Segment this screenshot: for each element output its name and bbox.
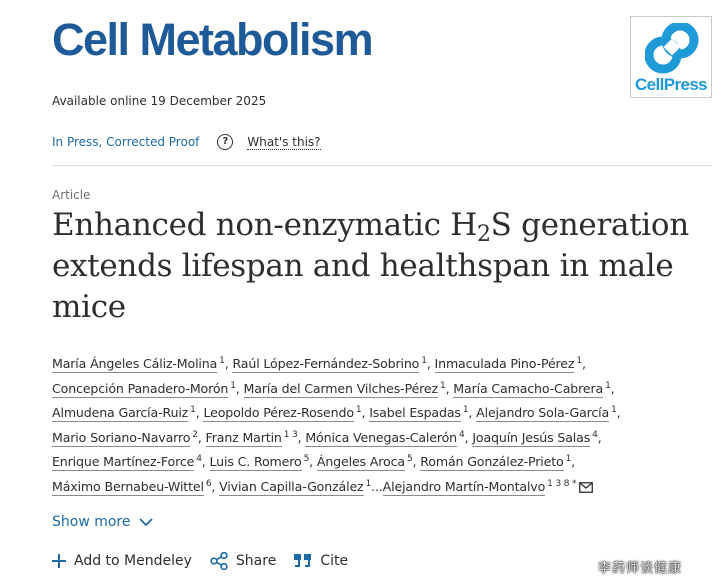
author-affiliation: 6 [205, 478, 212, 489]
in-press-link[interactable]: In Press, Corrected Proof [52, 135, 199, 149]
article-title: Enhanced non-enzymatic H2S generation ex… [52, 205, 692, 328]
author-name: Mónica Venegas-Calerón [305, 429, 458, 447]
author-name: Vivian Capilla-González [219, 478, 364, 496]
author-link[interactable]: Leopoldo Pérez-Rosendo 1 [203, 405, 362, 422]
show-more-label: Show more [52, 514, 131, 530]
article-actions: Add to Mendeley Share Cite [52, 552, 366, 570]
author-link[interactable]: Isabel Espadas 1 [369, 405, 469, 422]
author-link[interactable]: Enrique Martínez-Force 4 [52, 454, 202, 471]
author-affiliation: 1 [190, 405, 196, 415]
chevron-down-icon [138, 517, 153, 526]
author-list: María Ángeles Cáliz-Molina 1, Raúl López-… [52, 356, 621, 496]
cellpress-wordmark: CellPress [634, 75, 708, 94]
author-affiliation: 1 [565, 454, 572, 464]
add-to-mendeley-button[interactable]: Add to Mendeley [52, 553, 192, 569]
author-affiliation: 1 [605, 380, 611, 391]
author-link[interactable]: Vivian Capilla-González 1 [219, 478, 371, 496]
author-affiliation: 1 3 8 * [547, 478, 577, 489]
cite-label: Cite [320, 553, 349, 569]
author-name: Ángeles Aroca [316, 454, 405, 471]
share-icon [210, 552, 228, 570]
author-name: Enrique Martínez-Force [52, 454, 195, 471]
author-ellipsis: ... [371, 478, 383, 494]
cellpress-logo-icon [645, 23, 699, 74]
cite-button[interactable]: Cite [294, 553, 348, 569]
quote-icon [294, 554, 312, 568]
author-name: Román González-Prieto [420, 454, 564, 471]
author-name: Máximo Bernabeu-Wittel [52, 478, 204, 496]
author-name: María Camacho-Cabrera [453, 380, 604, 398]
availability-date: Available online 19 December 2025 [52, 94, 267, 108]
author-link[interactable]: María Ángeles Cáliz-Molina 1 [52, 356, 225, 373]
envelope-icon[interactable] [579, 481, 594, 493]
article-type-label: Article [52, 188, 91, 202]
author-affiliation: 1 [462, 405, 469, 415]
author-name: Alejandro Sola-García [476, 405, 610, 422]
author-link[interactable]: Mario Soriano-Navarro 2 [52, 429, 198, 447]
add-to-mendeley-label: Add to Mendeley [74, 553, 192, 569]
author-name: Isabel Espadas [369, 405, 461, 422]
author-affiliation: 5 [406, 454, 413, 464]
author-name: Raúl López-Fernández-Sobrino [232, 356, 420, 373]
cellpress-logo[interactable]: CellPress [630, 16, 712, 98]
author-link[interactable]: Raúl López-Fernández-Sobrino 1 [232, 356, 427, 373]
show-more-button[interactable]: Show more [52, 514, 153, 530]
title-part-1: Enhanced non-enzymatic H [52, 207, 477, 243]
whats-this-link[interactable]: What's this? [247, 135, 321, 150]
author-link[interactable]: Almudena García-Ruiz 1 [52, 405, 196, 422]
author-affiliation: 1 [219, 356, 225, 366]
author-name: Inmaculada Pino-Pérez [434, 356, 575, 373]
author-link[interactable]: Alejandro Sola-García 1 [476, 405, 617, 422]
author-name: Almudena García-Ruiz [52, 405, 189, 422]
author-affiliation: 1 [440, 380, 446, 391]
author-name: Joaquín Jesús Salas [472, 429, 591, 447]
author-affiliation: 4 [196, 454, 202, 464]
author-name: María Ángeles Cáliz-Molina [52, 356, 218, 373]
article-status-row: In Press, Corrected Proof ? What's this? [52, 134, 321, 150]
share-label: Share [235, 553, 277, 569]
author-affiliation: 1 [576, 356, 582, 366]
author-link[interactable]: Joaquín Jesús Salas 4 [472, 429, 598, 447]
author-name: Leopoldo Pérez-Rosendo [203, 405, 354, 422]
author-affiliation: 5 [303, 454, 310, 464]
author-affiliation: 1 [230, 380, 236, 391]
author-name: Franz Martin [205, 429, 282, 447]
author-link[interactable]: Luis C. Romero 5 [209, 454, 310, 471]
author-link[interactable]: Mónica Venegas-Calerón 4 [305, 429, 465, 447]
author-link[interactable]: Franz Martin 1 3 [205, 429, 298, 447]
journal-title[interactable]: Cell Metabolism [52, 14, 374, 66]
author-link[interactable]: Ángeles Aroca 5 [316, 454, 413, 471]
author-link[interactable]: Máximo Bernabeu-Wittel 6 [52, 478, 212, 496]
author-name: Mario Soriano-Navarro [52, 429, 191, 447]
watermark-text: 李药师谈健康 [598, 561, 683, 576]
author-name: Concepción Panadero-Morón [52, 380, 229, 398]
author-affiliation: 2 [192, 429, 198, 440]
author-name: Luis C. Romero [209, 454, 302, 471]
share-button[interactable]: Share [210, 552, 276, 570]
author-name: María del Carmen Vilches-Pérez [243, 380, 438, 398]
author-affiliation: 1 3 [283, 429, 298, 440]
author-link[interactable]: María Camacho-Cabrera 1 [453, 380, 611, 398]
divider [52, 165, 712, 166]
author-affiliation: 1 [611, 405, 617, 415]
author-affiliation: 4 [592, 429, 598, 440]
author-link[interactable]: Concepción Panadero-Morón 1 [52, 380, 236, 398]
question-mark-circle-icon[interactable]: ? [217, 134, 234, 150]
author-link[interactable]: Inmaculada Pino-Pérez 1 [434, 356, 582, 373]
author-name: Alejandro Martín-Montalvo [382, 478, 546, 496]
plus-icon [52, 554, 66, 568]
author-link[interactable]: Román González-Prieto 1 [420, 454, 572, 471]
author-link[interactable]: María del Carmen Vilches-Pérez 1 [243, 380, 446, 398]
author-link[interactable]: Alejandro Martín-Montalvo 1 3 8 * [382, 478, 594, 496]
author-affiliation: 1 [355, 405, 362, 415]
title-subscript: 2 [476, 222, 491, 247]
author-affiliation: 1 [421, 356, 427, 366]
author-affiliation: 4 [459, 429, 465, 440]
